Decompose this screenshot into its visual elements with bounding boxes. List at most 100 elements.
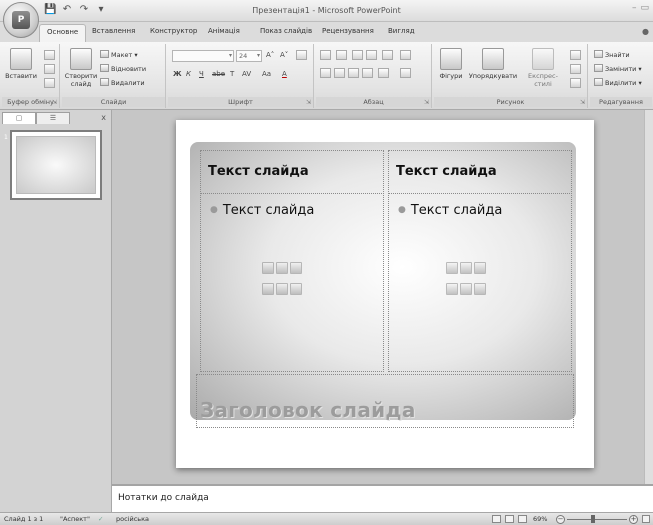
clipboard-group-label: Буфер обміну — [2, 97, 59, 107]
office-button[interactable]: P — [3, 2, 39, 38]
columns-icon[interactable] — [378, 68, 389, 78]
tab-view[interactable]: Вигляд — [388, 27, 415, 35]
theme-name[interactable]: "Аспект" — [60, 515, 90, 523]
find-button[interactable]: Знайти — [594, 50, 630, 60]
line-spacing-icon[interactable] — [382, 50, 393, 60]
tab-slideshow[interactable]: Показ слайдів — [260, 27, 312, 35]
paragraph-launcher-icon[interactable]: ⇲ — [424, 99, 429, 106]
shape-outline-icon[interactable] — [570, 64, 581, 74]
insert-clipart-icon[interactable] — [276, 283, 288, 295]
clear-formatting-icon[interactable] — [296, 50, 307, 60]
font-size-combo[interactable]: 24 ▾ — [236, 50, 262, 62]
status-bar: Слайд 1 з 1 "Аспект" ✓ російська 69% − + — [0, 512, 653, 525]
tab-animation[interactable]: Анімація — [208, 27, 240, 35]
zoom-in-icon[interactable]: + — [629, 515, 638, 524]
arrange-icon — [482, 48, 504, 70]
close-pane-icon[interactable]: x — [101, 113, 106, 122]
new-slide-button[interactable]: Створити слайд — [64, 48, 98, 88]
cut-icon[interactable] — [44, 50, 55, 60]
format-painter-icon[interactable] — [44, 78, 55, 88]
insert-media-icon[interactable] — [474, 283, 486, 295]
fit-to-window-icon[interactable] — [642, 515, 650, 523]
insert-smartart-icon[interactable] — [290, 262, 302, 274]
arrange-button[interactable]: Упорядкувати — [468, 48, 518, 80]
slide-thumbnail[interactable] — [10, 130, 102, 200]
insert-media-icon[interactable] — [290, 283, 302, 295]
notes-placeholder: Нотатки до слайда — [118, 493, 209, 503]
paste-button[interactable]: Вставити — [4, 48, 38, 80]
delete-slide-button[interactable]: Видалити — [100, 78, 145, 88]
left-body-label: Текст слайда — [222, 203, 315, 218]
insert-clipart-icon[interactable] — [460, 283, 472, 295]
align-left-icon[interactable] — [320, 68, 331, 78]
insert-chart-icon[interactable] — [276, 262, 288, 274]
copy-icon[interactable] — [44, 64, 55, 74]
align-center-icon[interactable] — [334, 68, 345, 78]
decrease-indent-icon[interactable] — [352, 50, 363, 60]
clipboard-launcher-icon[interactable]: ⇲ — [52, 99, 57, 106]
shadow-button[interactable]: T — [230, 69, 234, 80]
slideshow-view-icon[interactable] — [518, 515, 527, 523]
language-indicator[interactable]: російська — [116, 515, 149, 523]
zoom-level[interactable]: 69% — [533, 515, 547, 523]
slide-sorter-view-icon[interactable] — [505, 515, 514, 523]
find-icon — [594, 50, 603, 58]
insert-table-icon[interactable] — [446, 262, 458, 274]
font-name-combo[interactable]: ▾ — [172, 50, 234, 62]
insert-picture-icon[interactable] — [446, 283, 458, 295]
minimize-button[interactable]: – — [632, 3, 637, 13]
replace-button[interactable]: Замінити ▾ — [594, 64, 642, 74]
insert-picture-icon[interactable] — [262, 283, 274, 295]
bold-button[interactable]: Ж — [173, 69, 182, 80]
spellcheck-icon[interactable]: ✓ — [98, 515, 103, 523]
insert-chart-icon[interactable] — [460, 262, 472, 274]
left-heading-text: Текст слайда — [208, 164, 309, 179]
tab-outline-view[interactable]: ☰ — [36, 112, 70, 124]
tab-review[interactable]: Рецензування — [322, 27, 374, 35]
justify-icon[interactable] — [362, 68, 373, 78]
reset-button[interactable]: Відновити — [100, 64, 146, 74]
shape-effects-icon[interactable] — [570, 78, 581, 88]
zoom-slider-thumb[interactable] — [591, 515, 595, 523]
change-case-button[interactable]: Aa — [262, 69, 271, 80]
align-text-icon[interactable] — [400, 68, 411, 78]
help-icon[interactable]: ● — [642, 27, 649, 36]
left-body-text: ● Текст слайда — [210, 203, 314, 218]
replace-icon — [594, 64, 603, 72]
tab-design[interactable]: Конструктор — [150, 27, 197, 35]
grow-font-button[interactable]: A˄ — [266, 50, 274, 61]
tab-insert[interactable]: Вставлення — [92, 27, 135, 35]
quick-styles-button[interactable]: Експрес-стилі — [520, 48, 566, 88]
slides-group-label: Слайди — [62, 97, 165, 107]
numbering-icon[interactable] — [336, 50, 347, 60]
insert-smartart-icon[interactable] — [474, 262, 486, 274]
restore-button[interactable]: ▭ — [640, 3, 649, 13]
font-launcher-icon[interactable]: ⇲ — [306, 99, 311, 106]
shapes-button[interactable]: Фігури — [436, 48, 466, 80]
shapes-icon — [440, 48, 462, 70]
normal-view-icon[interactable] — [492, 515, 501, 523]
italic-button[interactable]: К — [186, 69, 191, 80]
tab-slides-view[interactable]: ▢ — [2, 112, 36, 124]
strikethrough-button[interactable]: abe — [212, 69, 225, 80]
align-right-icon[interactable] — [348, 68, 359, 78]
shrink-font-button[interactable]: A˅ — [280, 50, 288, 61]
zoom-out-icon[interactable]: − — [556, 515, 565, 524]
vertical-scrollbar[interactable] — [644, 110, 653, 484]
bullets-icon[interactable] — [320, 50, 331, 60]
notes-pane[interactable]: Нотатки до слайда — [112, 484, 653, 512]
select-button[interactable]: Виділити ▾ — [594, 78, 642, 88]
underline-button[interactable]: Ч — [199, 69, 204, 80]
increase-indent-icon[interactable] — [366, 50, 377, 60]
shape-fill-icon[interactable] — [570, 50, 581, 60]
layout-button[interactable]: Макет ▾ — [100, 50, 138, 60]
font-color-button[interactable]: A — [282, 69, 287, 80]
text-direction-icon[interactable] — [400, 50, 411, 60]
zoom-slider[interactable] — [567, 519, 627, 520]
char-spacing-button[interactable]: AV — [242, 69, 251, 80]
insert-table-icon[interactable] — [262, 262, 274, 274]
tab-home[interactable]: Основне — [39, 24, 87, 42]
drawing-launcher-icon[interactable]: ⇲ — [580, 99, 585, 106]
shrink-font-label: A — [280, 51, 285, 59]
editing-group: Знайти Замінити ▾ Виділити ▾ Редагування — [590, 44, 652, 108]
